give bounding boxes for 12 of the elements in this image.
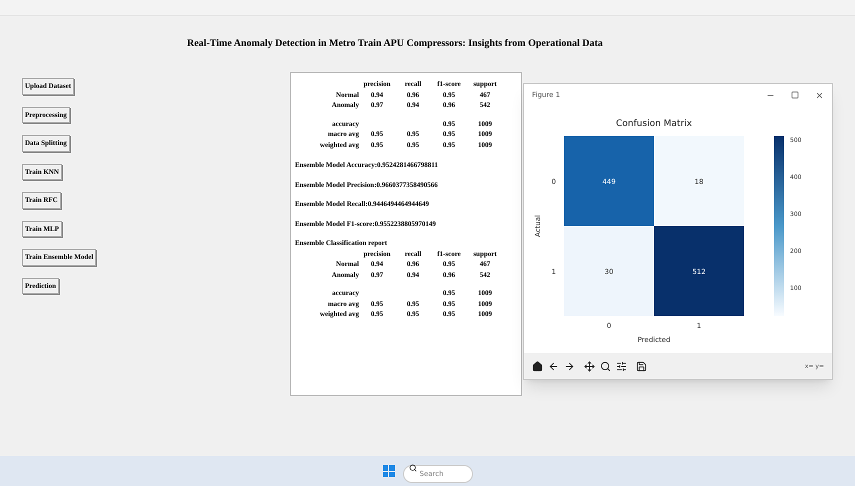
app-title: Real-Time Anomaly Detection in Metro Train APU Compressors: Insights from Operational Data [187,37,604,51]
close-icon[interactable] [815,90,824,100]
back-icon[interactable] [548,360,559,372]
search-icon [408,464,416,472]
start-icon[interactable] [382,465,394,477]
home-icon[interactable] [532,360,543,372]
save-icon[interactable] [636,360,647,372]
forward-icon[interactable] [564,360,575,372]
sliders-icon[interactable] [616,360,627,372]
pan-icon[interactable] [584,360,595,372]
zoom-icon[interactable] [600,360,611,372]
maximize-icon[interactable] [791,90,799,98]
